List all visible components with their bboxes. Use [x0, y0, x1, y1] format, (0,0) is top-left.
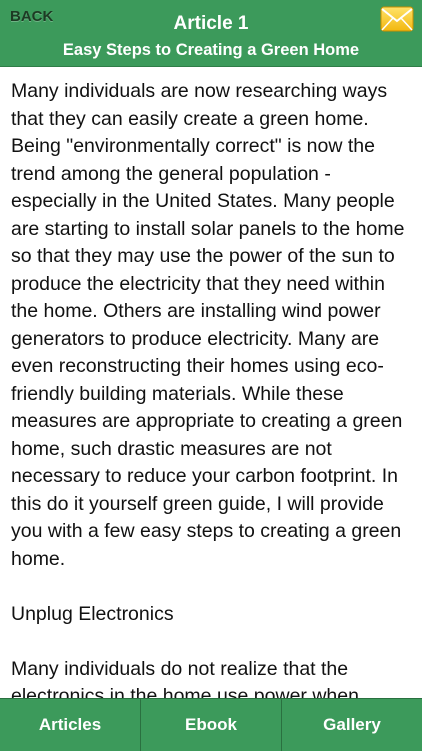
header-bar: BACK Article 1 Easy Steps to Creating a …: [0, 0, 422, 67]
page-subtitle: Easy Steps to Creating a Green Home: [62, 41, 360, 59]
article-scroll-area[interactable]: Many individuals are now researching way…: [0, 66, 422, 698]
bottom-tab-bar: Articles Ebook Gallery: [0, 698, 422, 751]
article-body: Many individuals are now researching way…: [0, 66, 422, 698]
article-paragraph-intro: Many individuals are now researching way…: [11, 80, 405, 570]
envelope-icon[interactable]: [380, 6, 414, 32]
tab-gallery[interactable]: Gallery: [282, 699, 422, 751]
tab-ebook[interactable]: Ebook: [141, 699, 282, 751]
tab-articles[interactable]: Articles: [0, 699, 141, 751]
article-paragraph: Many individuals do not realize that the…: [11, 657, 359, 699]
article-section-heading: Unplug Electronics: [11, 602, 174, 625]
page-title: Article 1: [173, 13, 249, 34]
